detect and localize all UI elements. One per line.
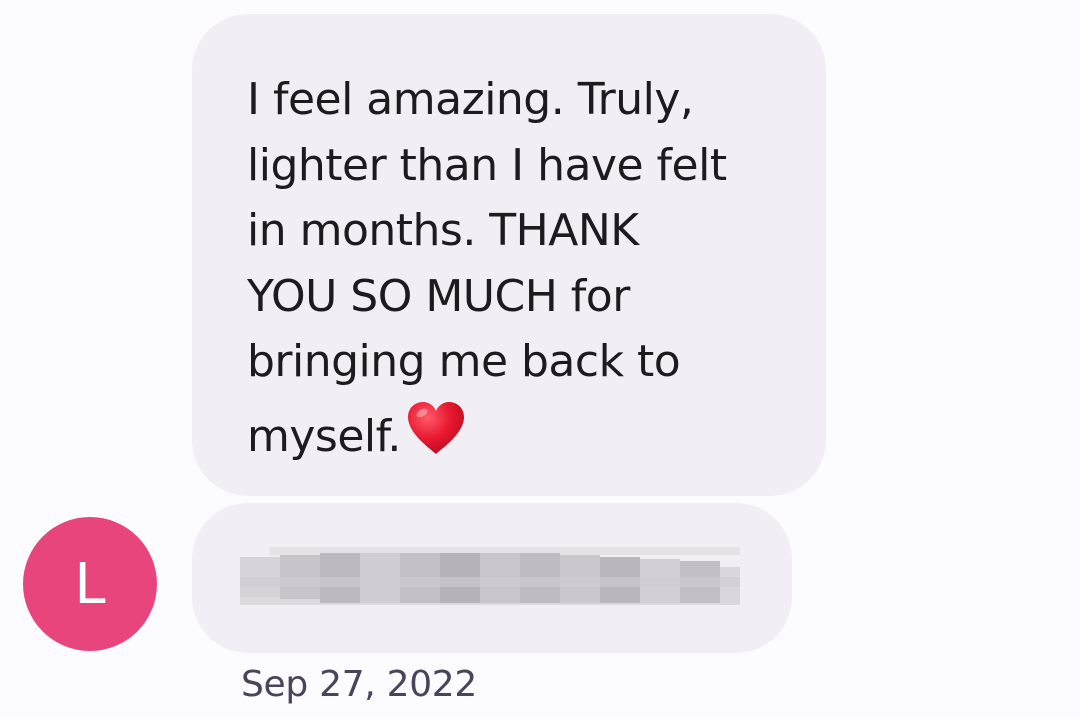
redacted-content-blur [240,547,740,605]
avatar-initial: L [74,551,106,617]
message-text: I feel amazing. Truly, lighter than I ha… [247,74,727,462]
message-timestamp: Sep 27, 2022 [241,664,478,705]
message-text-container: I feel amazing. Truly, lighter than I ha… [247,67,817,469]
message-bubble[interactable]: I feel amazing. Truly, lighter than I ha… [192,14,826,496]
sender-avatar[interactable]: L [23,517,157,651]
conversation-screen: I feel amazing. Truly, lighter than I ha… [0,0,1080,719]
heart-emoji-icon [405,400,467,475]
redacted-message-bubble[interactable] [192,503,792,653]
